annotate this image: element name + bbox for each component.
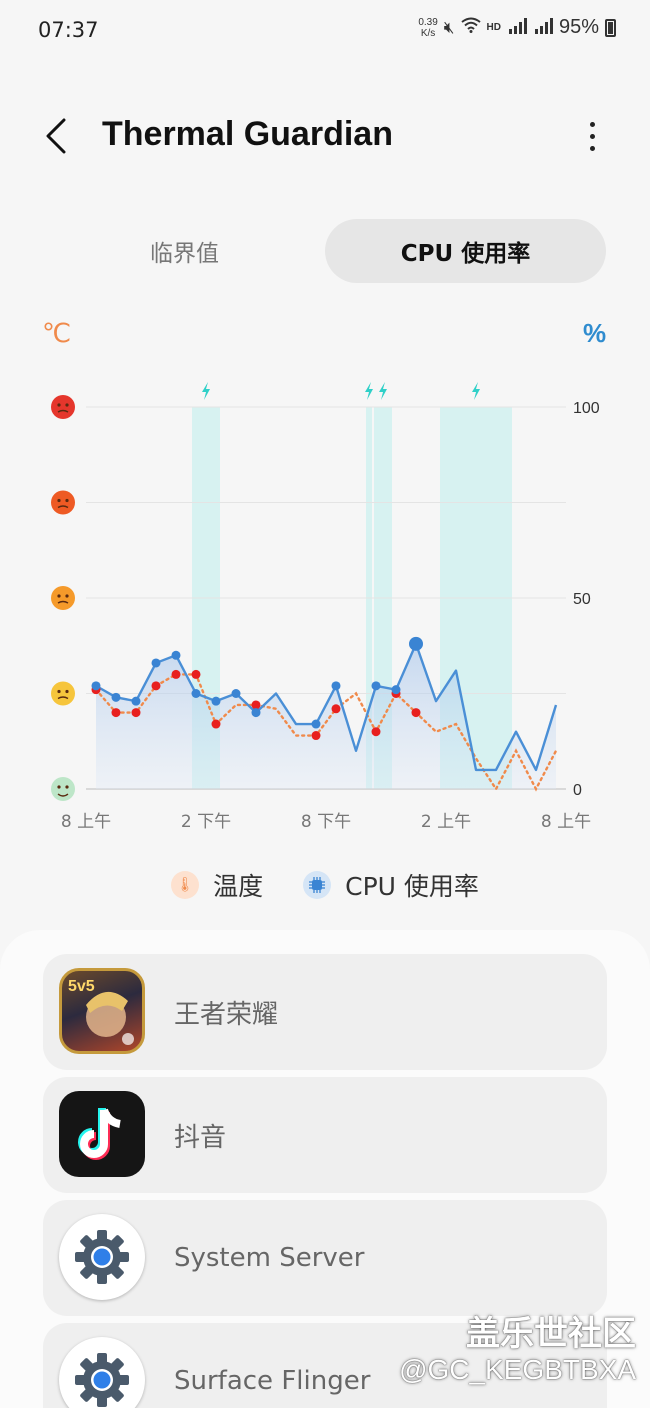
temperature-point: [151, 681, 161, 691]
y-tick-label: 50: [573, 591, 591, 608]
cpu-usage-point: [231, 689, 241, 698]
more-dot: [589, 121, 595, 127]
temperature-point: [191, 669, 201, 679]
hd-icon: HD: [486, 22, 501, 33]
app-name: 王者荣耀: [174, 999, 279, 1030]
more-dot: [589, 133, 595, 139]
signal-4g-icon-1: [507, 17, 527, 39]
status-time: 07:37: [38, 18, 99, 42]
cpu-usage-point: [191, 689, 201, 698]
tiktok-icon: [59, 1091, 145, 1177]
network-speed: 0.39 K/s: [418, 16, 438, 39]
tab-threshold[interactable]: 临界值: [44, 219, 325, 283]
temperature-point: [371, 727, 381, 737]
thermal-chart: ℃% 100 50 0 8 上午 2 下午 8 下午 2 上午 8 上午: [0, 300, 650, 860]
more-options-button[interactable]: [574, 114, 610, 158]
cpu-usage-peak-point: [409, 636, 423, 651]
gear-center: [93, 1371, 111, 1389]
cpu-usage-point: [111, 692, 121, 702]
x-tick-label: 8 上午: [61, 812, 111, 832]
cpu-usage-point: [251, 708, 261, 718]
tab-bar: 临界值 CPU 使用率: [44, 219, 606, 283]
temperature-point: [331, 704, 341, 714]
gear-center: [93, 1248, 111, 1266]
status-icons: 0.39 K/s 🔇︎ HD 95%: [418, 16, 616, 39]
y-tick-label: 0: [573, 782, 582, 799]
settings-gear-icon: [59, 1214, 145, 1300]
chart-legend: 🌡︎ 温度 CPU 使用率: [0, 860, 650, 910]
charging-bolt-icon: [365, 382, 373, 400]
legend-temperature-label: 温度: [213, 872, 264, 901]
cpu-usage-point: [331, 681, 341, 691]
x-tick-label: 8 下午: [301, 812, 351, 832]
temperature-point: [111, 708, 121, 718]
temperature-point: [411, 708, 421, 718]
thermometer-icon: 🌡︎: [171, 871, 200, 899]
x-tick-label: 8 上午: [541, 812, 591, 832]
mute-icon: 🔇︎: [443, 17, 455, 38]
wifi-icon: [460, 17, 481, 38]
battery-percent: 95%: [558, 16, 599, 38]
cpu-usage-point: [371, 681, 381, 691]
cpu-usage-point: [91, 681, 101, 691]
app-bar: Thermal Guardian: [0, 100, 650, 172]
temperature-hot-icon: [51, 490, 75, 515]
temperature-point: [131, 708, 141, 718]
tab-cpu-usage[interactable]: CPU 使用率: [325, 219, 606, 283]
app-name: 抖音: [174, 1122, 227, 1153]
left-unit-label: ℃: [42, 318, 71, 348]
status-bar: 07:37 0.39 K/s 🔇︎ HD 95%: [0, 0, 650, 62]
cpu-usage-point: [211, 696, 221, 706]
cpu-usage-point: [171, 650, 181, 660]
right-unit-label: %: [583, 318, 606, 348]
legend-cpu: CPU 使用率: [303, 867, 479, 903]
temperature-very-hot-icon: [51, 395, 75, 419]
temperature-cool-icon: [51, 777, 75, 801]
x-tick-label: 2 上午: [421, 812, 471, 832]
y-tick-label: 100: [573, 400, 600, 417]
cpu-usage-point: [391, 685, 401, 695]
game-icon: 5v5: [59, 968, 145, 1054]
app-item-system-server[interactable]: System Server: [43, 1200, 607, 1316]
cpu-usage-point: [311, 719, 321, 729]
svg-text:5v5: 5v5: [68, 978, 95, 995]
watermark-user: @GC_KEGBTBXA: [399, 1354, 636, 1385]
back-arrow-icon: [46, 118, 66, 154]
legend-cpu-label: CPU 使用率: [345, 872, 479, 901]
cpu-usage-point: [131, 696, 141, 706]
temperature-normal-icon: [51, 681, 75, 706]
cpu-chip-icon: [303, 871, 332, 899]
temperature-warm-icon: [51, 586, 75, 610]
back-button[interactable]: [38, 116, 78, 156]
chart-svg: ℃ % 100 50 0 8 上午 2 下午 8 下午 2 上午 8 上午: [42, 318, 606, 832]
watermark-title: 盖乐世社区: [466, 1315, 636, 1353]
settings-gear-icon: [59, 1337, 145, 1408]
more-dot: [589, 145, 595, 151]
app-item-douyin[interactable]: 抖音: [43, 1077, 607, 1193]
charging-bolt-icon: [472, 382, 480, 400]
temperature-point: [211, 719, 221, 729]
temperature-point: [311, 731, 321, 741]
app-name: Surface Flinger: [174, 1366, 371, 1396]
x-tick-label: 2 下午: [181, 812, 231, 832]
cpu-usage-point: [151, 658, 161, 668]
battery-icon: [605, 18, 616, 37]
charging-bolt-icon: [202, 382, 210, 400]
temperature-point: [171, 669, 181, 679]
charging-bolt-icon: [379, 382, 387, 400]
app-name: System Server: [174, 1243, 365, 1273]
app-item-honor-of-kings[interactable]: 5v5 王者荣耀: [43, 954, 607, 1070]
page-title: Thermal Guardian: [102, 115, 393, 153]
signal-4g-icon-2: [533, 17, 553, 39]
legend-temperature: 🌡︎ 温度: [171, 867, 263, 903]
